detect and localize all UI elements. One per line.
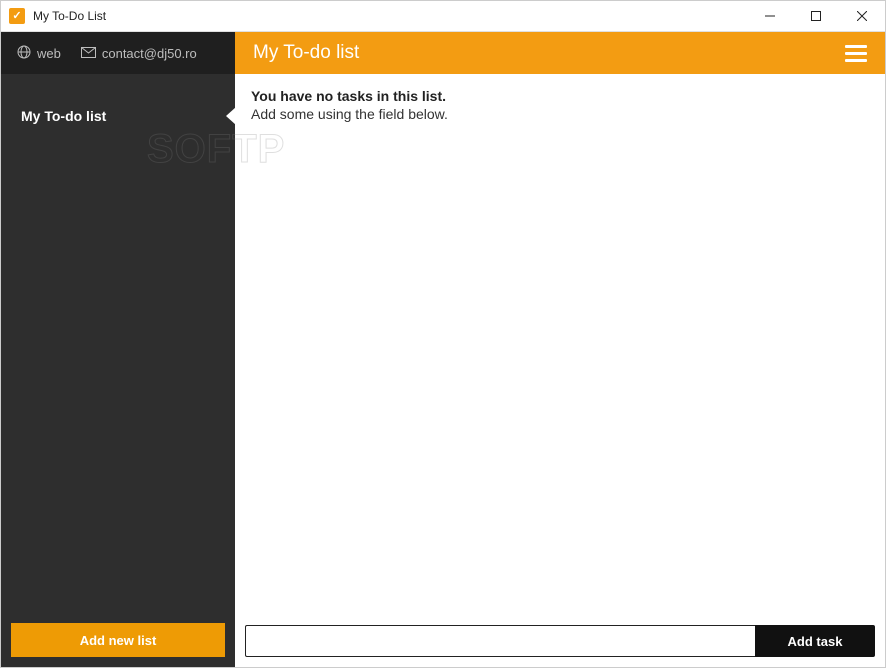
sidebar-item-todo[interactable]: My To-do list bbox=[1, 96, 235, 136]
window-title: My To-Do List bbox=[33, 9, 106, 23]
empty-subtitle: Add some using the field below. bbox=[251, 106, 869, 122]
titlebar: My To-Do List bbox=[1, 1, 885, 32]
menu-icon[interactable] bbox=[845, 45, 867, 62]
main-header: My To-do list bbox=[235, 32, 885, 74]
web-label: web bbox=[37, 46, 61, 61]
globe-icon bbox=[17, 45, 31, 62]
window-controls bbox=[747, 1, 885, 31]
main-panel: My To-do list You have no tasks in this … bbox=[235, 32, 885, 667]
contact-link[interactable]: contact@dj50.ro bbox=[81, 46, 197, 61]
content: SOFTP web contact@dj50.ro My To-do list … bbox=[1, 32, 885, 667]
main-footer: Add task bbox=[235, 617, 885, 667]
sidebar-list: My To-do list bbox=[1, 74, 235, 136]
add-list-button[interactable]: Add new list bbox=[11, 623, 225, 657]
page-title: My To-do list bbox=[253, 42, 359, 64]
empty-title: You have no tasks in this list. bbox=[251, 88, 869, 104]
main-body: You have no tasks in this list. Add some… bbox=[235, 74, 885, 617]
contact-label: contact@dj50.ro bbox=[102, 46, 197, 61]
minimize-button[interactable] bbox=[747, 1, 793, 31]
maximize-button[interactable] bbox=[793, 1, 839, 31]
sidebar-item-label: My To-do list bbox=[21, 108, 106, 124]
close-button[interactable] bbox=[839, 1, 885, 31]
sidebar-footer: Add new list bbox=[1, 613, 235, 667]
sidebar-top: web contact@dj50.ro bbox=[1, 32, 235, 74]
web-link[interactable]: web bbox=[17, 45, 61, 62]
mail-icon bbox=[81, 46, 96, 61]
task-input[interactable] bbox=[245, 625, 755, 657]
add-task-button[interactable]: Add task bbox=[755, 625, 875, 657]
sidebar: web contact@dj50.ro My To-do list Add ne… bbox=[1, 32, 235, 667]
app-icon bbox=[9, 8, 25, 24]
